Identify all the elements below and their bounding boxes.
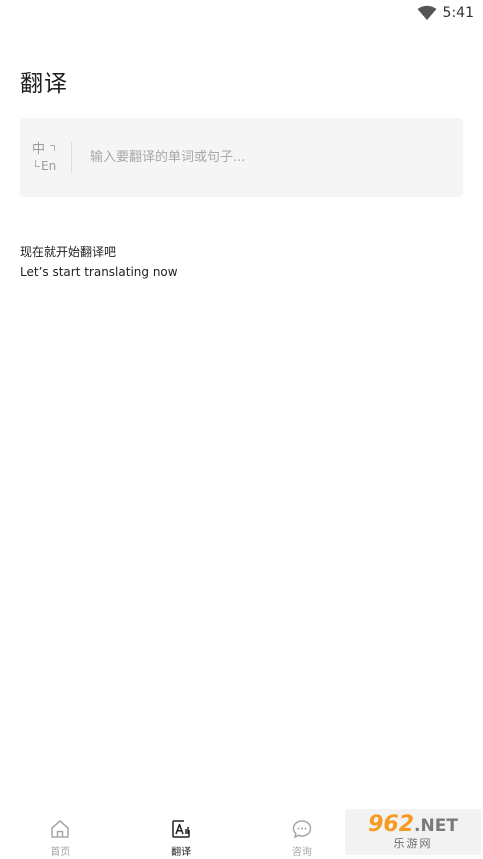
nav-item-translate[interactable]: 翻译 bbox=[121, 809, 242, 859]
nav-item-home[interactable]: 首页 bbox=[0, 809, 121, 859]
intro-text-en: Let’s start translating now bbox=[20, 265, 178, 279]
translate-input-box[interactable]: 中 En bbox=[20, 118, 463, 197]
watermark-logo: 962.NET 乐游网 bbox=[345, 809, 481, 855]
watermark-brand: 962.NET bbox=[368, 811, 458, 837]
nav-label-consult: 咨询 bbox=[291, 847, 312, 858]
watermark-number: 962 bbox=[368, 811, 415, 837]
wifi-icon bbox=[417, 5, 437, 20]
page-title: 翻译 bbox=[20, 71, 68, 97]
lang-from-label: 中 bbox=[32, 141, 46, 157]
status-bar: 5:41 bbox=[0, 0, 483, 26]
language-switch-icon[interactable]: 中 En bbox=[32, 141, 66, 175]
arrow-icon bbox=[50, 144, 55, 151]
watermark-subtitle: 乐游网 bbox=[393, 836, 433, 850]
nav-label-home: 首页 bbox=[50, 847, 71, 858]
input-divider bbox=[71, 142, 72, 173]
intro-text-cn: 现在就开始翻译吧 bbox=[20, 245, 117, 259]
chat-icon bbox=[292, 820, 312, 839]
status-time: 5:41 bbox=[442, 5, 474, 21]
watermark-suffix: .NET bbox=[414, 815, 458, 836]
arrow-icon bbox=[35, 159, 40, 167]
translate-icon bbox=[172, 820, 190, 838]
home-icon bbox=[51, 820, 70, 838]
nav-label-translate: 翻译 bbox=[171, 847, 192, 858]
lang-to-label: En bbox=[41, 158, 57, 173]
translate-input[interactable] bbox=[88, 141, 432, 174]
